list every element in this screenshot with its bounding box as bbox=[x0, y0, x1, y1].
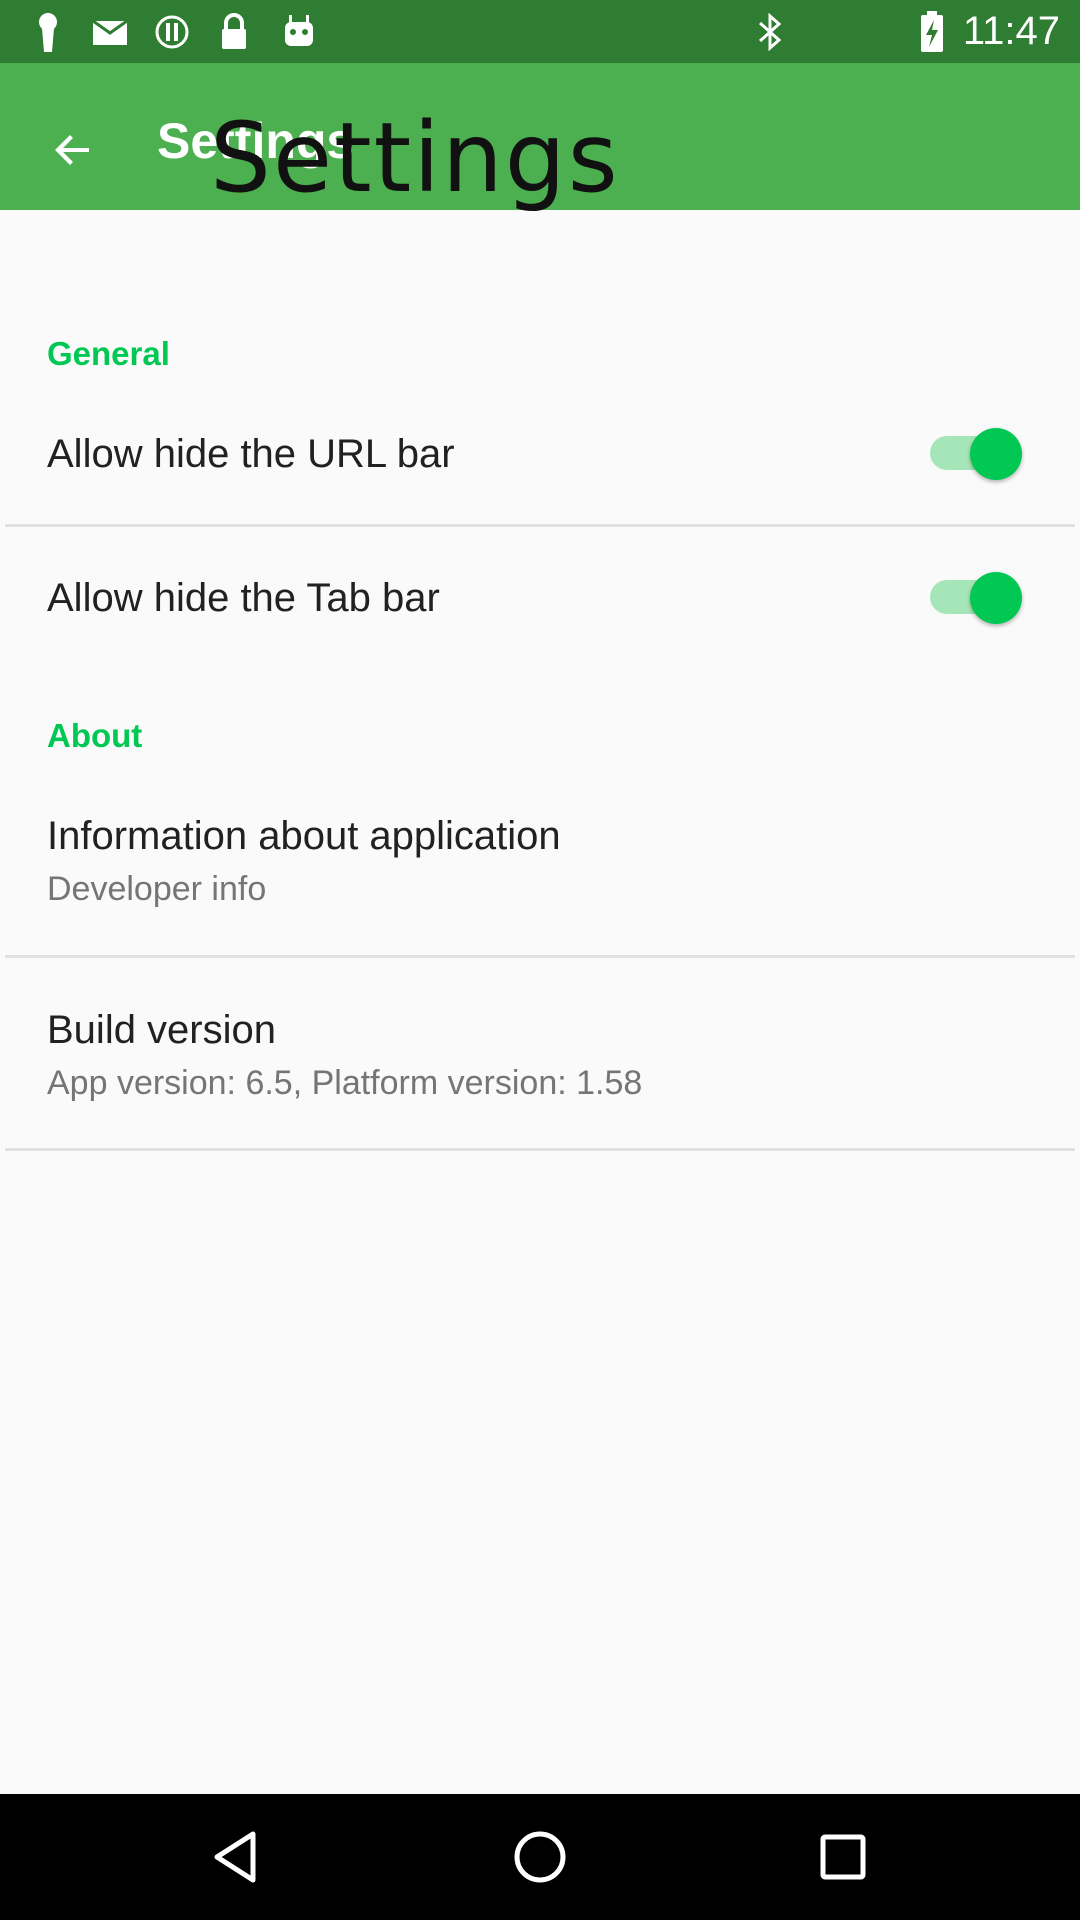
pref-title: Information about application bbox=[47, 814, 561, 858]
switch-thumb bbox=[970, 428, 1022, 480]
bluetooth-icon bbox=[752, 12, 788, 52]
pref-summary: Developer info bbox=[47, 870, 267, 908]
android-icon bbox=[280, 12, 318, 52]
back-triangle-icon bbox=[214, 1831, 256, 1883]
switch-thumb bbox=[970, 572, 1022, 624]
pref-hide-tab-bar[interactable]: Allow hide the Tab bar bbox=[0, 530, 1080, 665]
arrow-back-icon bbox=[55, 135, 89, 165]
hide-url-bar-switch[interactable] bbox=[925, 418, 1025, 488]
pref-build-version[interactable]: Build version App version: 6.5, Platform… bbox=[0, 960, 1080, 1148]
pref-app-info[interactable]: Information about application Developer … bbox=[0, 790, 1080, 955]
pref-title: Build version bbox=[47, 1008, 277, 1052]
recents-square-icon bbox=[820, 1834, 866, 1880]
lock-icon bbox=[216, 12, 252, 52]
status-time: 11:47 bbox=[962, 9, 1060, 53]
battery-icon bbox=[918, 11, 946, 52]
home-circle-icon bbox=[514, 1831, 566, 1883]
divider bbox=[5, 955, 1075, 958]
status-bar: 11:47 bbox=[0, 0, 1080, 63]
pref-title: Allow hide the URL bar bbox=[47, 432, 455, 476]
info-icon bbox=[152, 12, 192, 52]
pref-title: Allow hide the Tab bar bbox=[47, 576, 440, 620]
section-header-about: About bbox=[47, 717, 143, 754]
app-bar: Settings Settings bbox=[0, 63, 1080, 214]
nav-back-button[interactable] bbox=[201, 1822, 271, 1892]
mail-icon bbox=[90, 12, 130, 52]
keyhole-icon bbox=[30, 12, 66, 52]
divider bbox=[5, 524, 1075, 527]
navigation-bar bbox=[0, 1794, 1080, 1920]
back-button[interactable] bbox=[30, 107, 116, 193]
handwritten-title-overlay: Settings bbox=[210, 102, 620, 214]
pref-hide-url-bar[interactable]: Allow hide the URL bar bbox=[0, 400, 1080, 525]
section-header-general: General bbox=[47, 335, 170, 372]
nav-recents-button[interactable] bbox=[808, 1822, 878, 1892]
hide-tab-bar-switch[interactable] bbox=[925, 562, 1025, 632]
pref-summary: App version: 6.5, Platform version: 1.58 bbox=[47, 1064, 643, 1102]
nav-home-button[interactable] bbox=[505, 1822, 575, 1892]
divider bbox=[5, 1148, 1075, 1151]
